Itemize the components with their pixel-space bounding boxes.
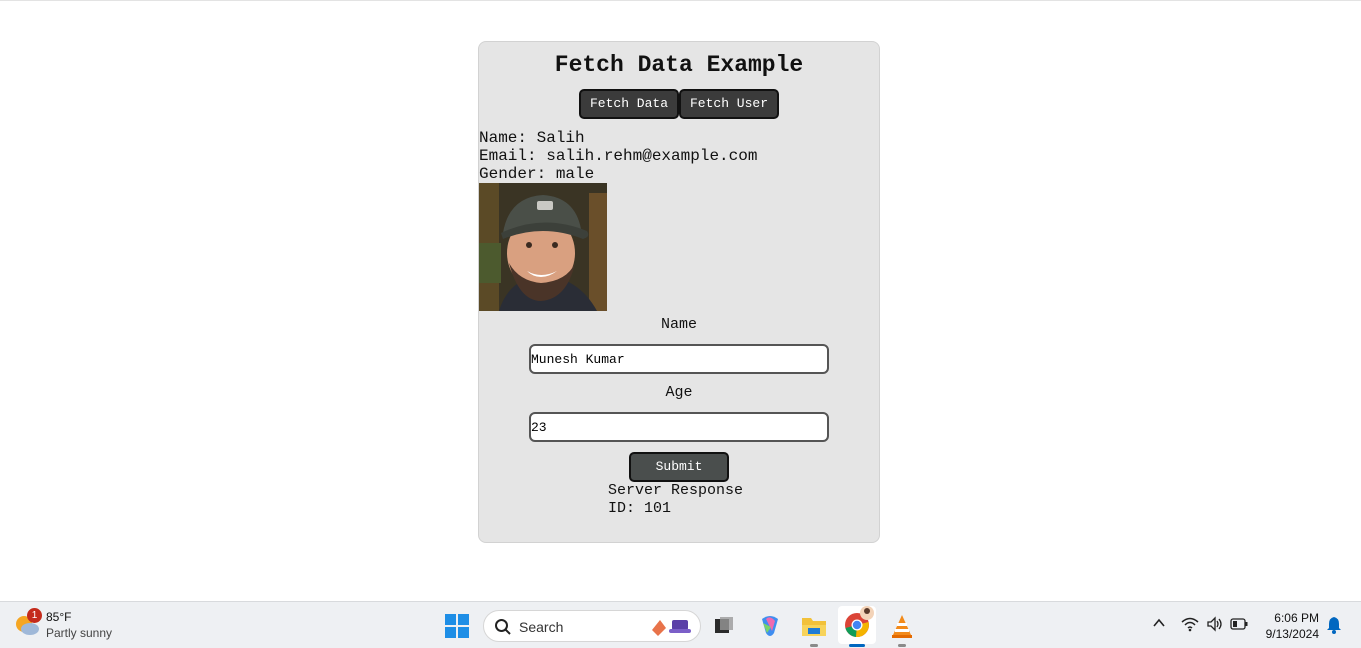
fetch-card: Fetch Data Example Fetch Data Fetch User… — [478, 41, 880, 543]
age-label: Age — [665, 384, 693, 401]
server-response-id: ID: 101 — [608, 500, 672, 517]
server-response-heading: Server Response — [608, 482, 744, 499]
vlc-icon[interactable] — [889, 613, 915, 644]
profile-avatar-icon — [860, 606, 874, 620]
copilot-icon[interactable] — [757, 613, 783, 644]
vlc-indicator — [898, 644, 906, 647]
show-hidden-icons-chevron-icon[interactable] — [1152, 616, 1166, 633]
fetch-data-button[interactable]: Fetch Data — [579, 89, 679, 119]
system-clock[interactable]: 6:06 PM 9/13/2024 — [1266, 610, 1319, 642]
page-title: Fetch Data Example — [554, 52, 804, 78]
user-avatar — [479, 183, 607, 311]
volume-icon[interactable] — [1206, 616, 1224, 637]
file-explorer-icon[interactable] — [801, 614, 827, 643]
clock-time: 6:06 PM — [1274, 611, 1319, 625]
submit-button[interactable]: Submit — [629, 452, 729, 482]
weather-description[interactable]: Partly sunny — [46, 626, 112, 640]
taskbar-search[interactable]: Search — [483, 610, 701, 642]
clock-date: 9/13/2024 — [1265, 627, 1319, 641]
weather-temp[interactable]: 85°F — [46, 610, 71, 624]
windows-start-icon[interactable] — [445, 614, 469, 643]
search-icon — [495, 619, 511, 635]
battery-icon[interactable] — [1230, 617, 1248, 636]
file-explorer-indicator — [810, 644, 818, 647]
age-input[interactable] — [529, 412, 829, 442]
search-highlight-icon — [652, 620, 691, 636]
user-gender-text: Gender: male — [479, 165, 595, 183]
name-label: Name — [660, 316, 697, 333]
wifi-icon[interactable] — [1181, 616, 1199, 637]
search-placeholder: Search — [519, 619, 564, 635]
button-row: Fetch Data Fetch User — [579, 89, 779, 119]
user-email-text: Email: salih.rehm@example.com — [479, 147, 758, 165]
task-view-icon[interactable] — [713, 615, 735, 642]
chrome-active-indicator — [849, 644, 865, 647]
taskbar: 1 85°F Partly sunny Search 6:06 PM 9/13/… — [0, 601, 1361, 648]
browser-top-border — [0, 0, 1361, 2]
name-input[interactable] — [529, 344, 829, 374]
user-name-text: Name: Salih — [479, 129, 585, 147]
fetch-user-button[interactable]: Fetch User — [679, 89, 779, 119]
weather-badge: 1 — [27, 608, 42, 623]
notification-bell-icon[interactable] — [1326, 616, 1342, 639]
chrome-taskbar-button[interactable] — [838, 606, 876, 644]
